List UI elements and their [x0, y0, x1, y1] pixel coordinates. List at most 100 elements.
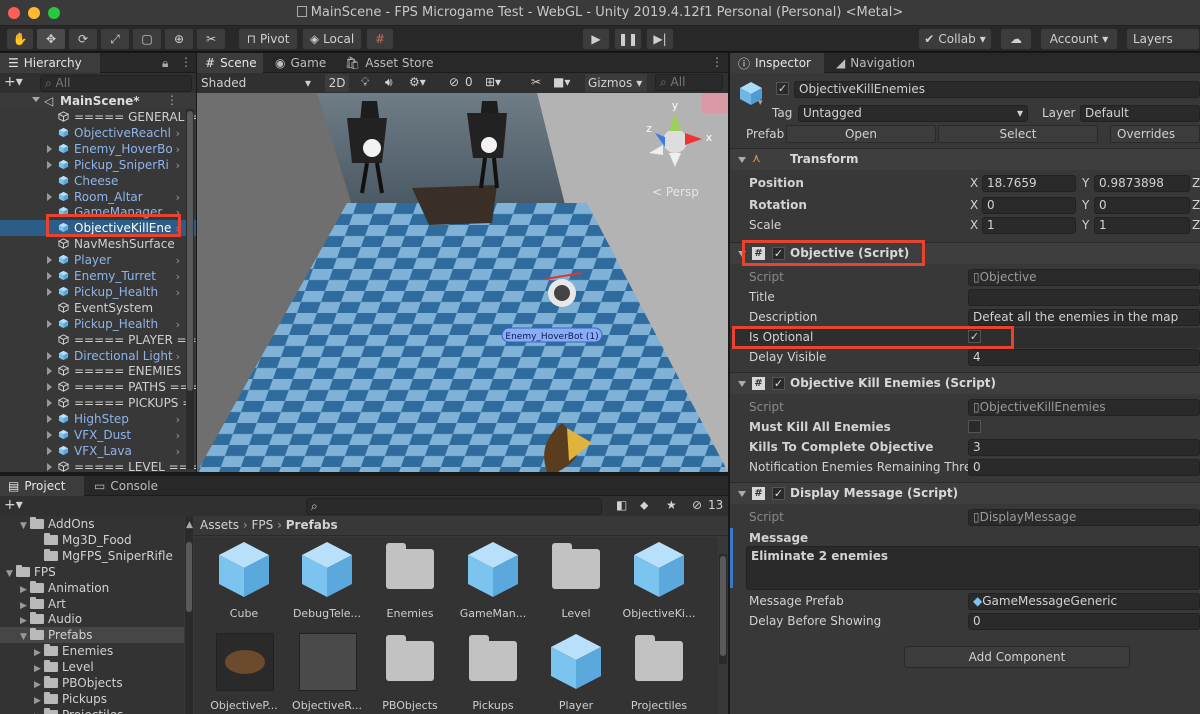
pause-button[interactable]: ❚❚ — [614, 28, 642, 50]
project-tree-item[interactable]: ▶ Level — [0, 659, 184, 675]
hierarchy-item[interactable]: ===== LEVEL ==== — [0, 459, 196, 472]
tab-navigation[interactable]: ◢ Navigation — [828, 53, 936, 73]
project-tree-item[interactable]: ▶ Pickups — [0, 691, 184, 707]
hierarchy-item[interactable]: Pickup_Health › — [0, 284, 196, 300]
chevron-right-icon[interactable]: › — [176, 429, 180, 442]
pivot-toggle[interactable]: ⊓ Pivot — [238, 28, 298, 50]
prefab-overrides-dropdown[interactable]: Overrides — [1110, 125, 1200, 143]
asset-item[interactable]: DebugTele... — [287, 539, 367, 629]
project-tree-item[interactable]: ▶ Animation — [0, 580, 184, 596]
project-tree-scrollbar[interactable] — [185, 516, 193, 714]
expand-arrow-icon[interactable] — [47, 256, 52, 265]
local-toggle[interactable]: ◈ Local — [302, 28, 362, 50]
hierarchy-item[interactable]: ===== PATHS === — [0, 379, 196, 395]
hierarchy-item[interactable]: ===== ENEMIES — [0, 363, 196, 379]
asset-item[interactable]: Level — [536, 539, 616, 629]
panel-menu-icon[interactable]: ⋮ — [180, 55, 192, 69]
hand-tool-button[interactable]: ✋ — [6, 28, 34, 50]
project-tree-item[interactable]: Mg3D_Food — [0, 532, 184, 548]
grid-toggle-icon[interactable]: ⊞▾ — [485, 75, 501, 89]
expand-arrow-icon[interactable] — [47, 319, 52, 328]
scale-tool-button[interactable]: ⤢ — [100, 28, 130, 50]
kills-to-complete-field[interactable]: 3 — [968, 439, 1200, 456]
rotation-y-field[interactable]: 0 — [1094, 197, 1190, 214]
project-tree-item[interactable]: ▶ PBObjects — [0, 675, 184, 691]
shading-mode-dropdown[interactable]: Shaded ▾ — [201, 74, 313, 92]
rect-tool-button[interactable]: ▢ — [132, 28, 162, 50]
chevron-right-icon[interactable]: › — [176, 159, 180, 172]
asset-item[interactable]: Enemies — [370, 539, 450, 629]
notification-threshold-field[interactable]: 0 — [968, 459, 1200, 476]
asset-item[interactable]: ObjectiveKi... — [619, 539, 699, 629]
scale-y-field[interactable]: 1 — [1094, 217, 1190, 234]
tree-scroll-up-icon[interactable]: ▲ — [186, 520, 193, 530]
chevron-right-icon[interactable]: › — [176, 127, 180, 140]
lock-icon[interactable]: 🔒︎ — [162, 56, 168, 71]
asset-item[interactable]: Projectiles — [619, 631, 699, 714]
expand-arrow-icon[interactable] — [47, 287, 52, 296]
hidden-objects-icon[interactable]: ⊘ — [449, 75, 459, 89]
expand-arrow-icon[interactable] — [47, 272, 52, 280]
expand-arrow-icon[interactable] — [47, 160, 52, 169]
expand-arrow-icon[interactable]: ▼ — [20, 521, 30, 531]
expand-arrow-icon[interactable] — [47, 351, 52, 360]
active-checkbox[interactable]: ✓ — [776, 82, 789, 95]
hierarchy-item[interactable]: VFX_Dust › — [0, 427, 196, 443]
tools-icon[interactable]: ✂ — [531, 75, 541, 89]
hierarchy-item[interactable]: VFX_Lava › — [0, 443, 196, 459]
scene-menu-icon[interactable]: ⋮ — [166, 93, 178, 107]
expand-arrow-icon[interactable]: ▼ — [6, 569, 16, 579]
filter-type-icon[interactable]: ◧ — [616, 498, 627, 512]
project-tree-item[interactable]: ▼ FPS — [0, 564, 184, 580]
expand-arrow-icon[interactable] — [47, 431, 52, 439]
breadcrumb-fps[interactable]: FPS — [252, 518, 274, 532]
gizmos-dropdown[interactable]: Gizmos ▾ — [585, 74, 647, 92]
create-plus-button[interactable]: +▾ — [4, 74, 23, 90]
hidden-packages-icon[interactable]: ⊘ — [692, 498, 702, 512]
scale-x-field[interactable]: 1 — [982, 217, 1076, 234]
asset-item[interactable]: ObjectiveR... — [287, 631, 367, 714]
hierarchy-item[interactable]: Pickup_SniperRi › — [0, 157, 196, 173]
expand-arrow-icon[interactable] — [47, 399, 52, 408]
chevron-right-icon[interactable]: › — [176, 270, 180, 283]
asset-item[interactable]: Cube — [204, 539, 284, 629]
hierarchy-item[interactable]: ObjectiveReachl › — [0, 125, 196, 141]
scene-search-input[interactable]: ⌕ All — [655, 74, 723, 91]
scrollbar-thumb[interactable] — [187, 111, 193, 391]
hierarchy-item[interactable]: ObjectiveKillEne › — [0, 220, 196, 237]
play-button[interactable]: ▶ — [582, 28, 610, 50]
display-message-component-header[interactable]: # ✓ Display Message (Script) — [730, 482, 1200, 504]
objective-title-field[interactable] — [968, 289, 1200, 306]
transform-tool-button[interactable]: ⊕ — [164, 28, 194, 50]
rotate-tool-button[interactable]: ⟳ — [68, 28, 98, 50]
scrollbar-thumb[interactable] — [720, 556, 726, 656]
icon-dropdown-arrow-icon[interactable]: ▾ — [758, 98, 763, 108]
scene-viewport[interactable]: Enemy_HoverBot (1) y x z < Persp — [197, 93, 728, 472]
tag-dropdown[interactable]: Untagged ▾ — [798, 105, 1028, 122]
hierarchy-item[interactable]: ===== PLAYER == — [0, 332, 196, 348]
project-tree-item[interactable]: ▼ AddOns — [0, 516, 184, 532]
asset-item[interactable]: Pickups — [453, 631, 533, 714]
hierarchy-item[interactable]: ===== PICKUPS = — [0, 395, 196, 411]
message-textarea[interactable]: Eliminate 2 enemies — [746, 546, 1200, 590]
hierarchy-item[interactable]: Enemy_Turret › — [0, 268, 196, 284]
2d-toggle[interactable]: 2D — [325, 74, 349, 92]
lighting-icon[interactable]: 💡︎ — [361, 75, 369, 90]
chevron-right-icon[interactable]: › — [176, 350, 180, 363]
account-dropdown[interactable]: Account ▾ — [1040, 28, 1118, 50]
tab-scene[interactable]: # Scene — [197, 53, 263, 73]
expand-arrow-icon[interactable] — [47, 144, 52, 153]
collapsed-arrow-icon[interactable]: ▶ — [20, 616, 30, 626]
breadcrumb-prefabs[interactable]: Prefabs — [286, 518, 338, 532]
asset-item[interactable]: GameMan... — [453, 539, 533, 629]
custom-tool-button[interactable]: ✂ — [196, 28, 226, 50]
hierarchy-item[interactable]: Cheese — [0, 173, 196, 189]
tab-console[interactable]: ▭ Console — [86, 476, 170, 496]
expand-arrow-icon[interactable] — [32, 97, 40, 102]
collapsed-arrow-icon[interactable]: ▶ — [34, 696, 44, 706]
collapsed-arrow-icon[interactable]: ▶ — [34, 648, 44, 658]
prefab-open-button[interactable]: Open — [786, 125, 936, 143]
objective-enabled-checkbox[interactable]: ✓ — [772, 247, 785, 260]
camera-icon[interactable]: ■▾ — [553, 75, 570, 89]
display-message-enabled-checkbox[interactable]: ✓ — [772, 487, 785, 500]
